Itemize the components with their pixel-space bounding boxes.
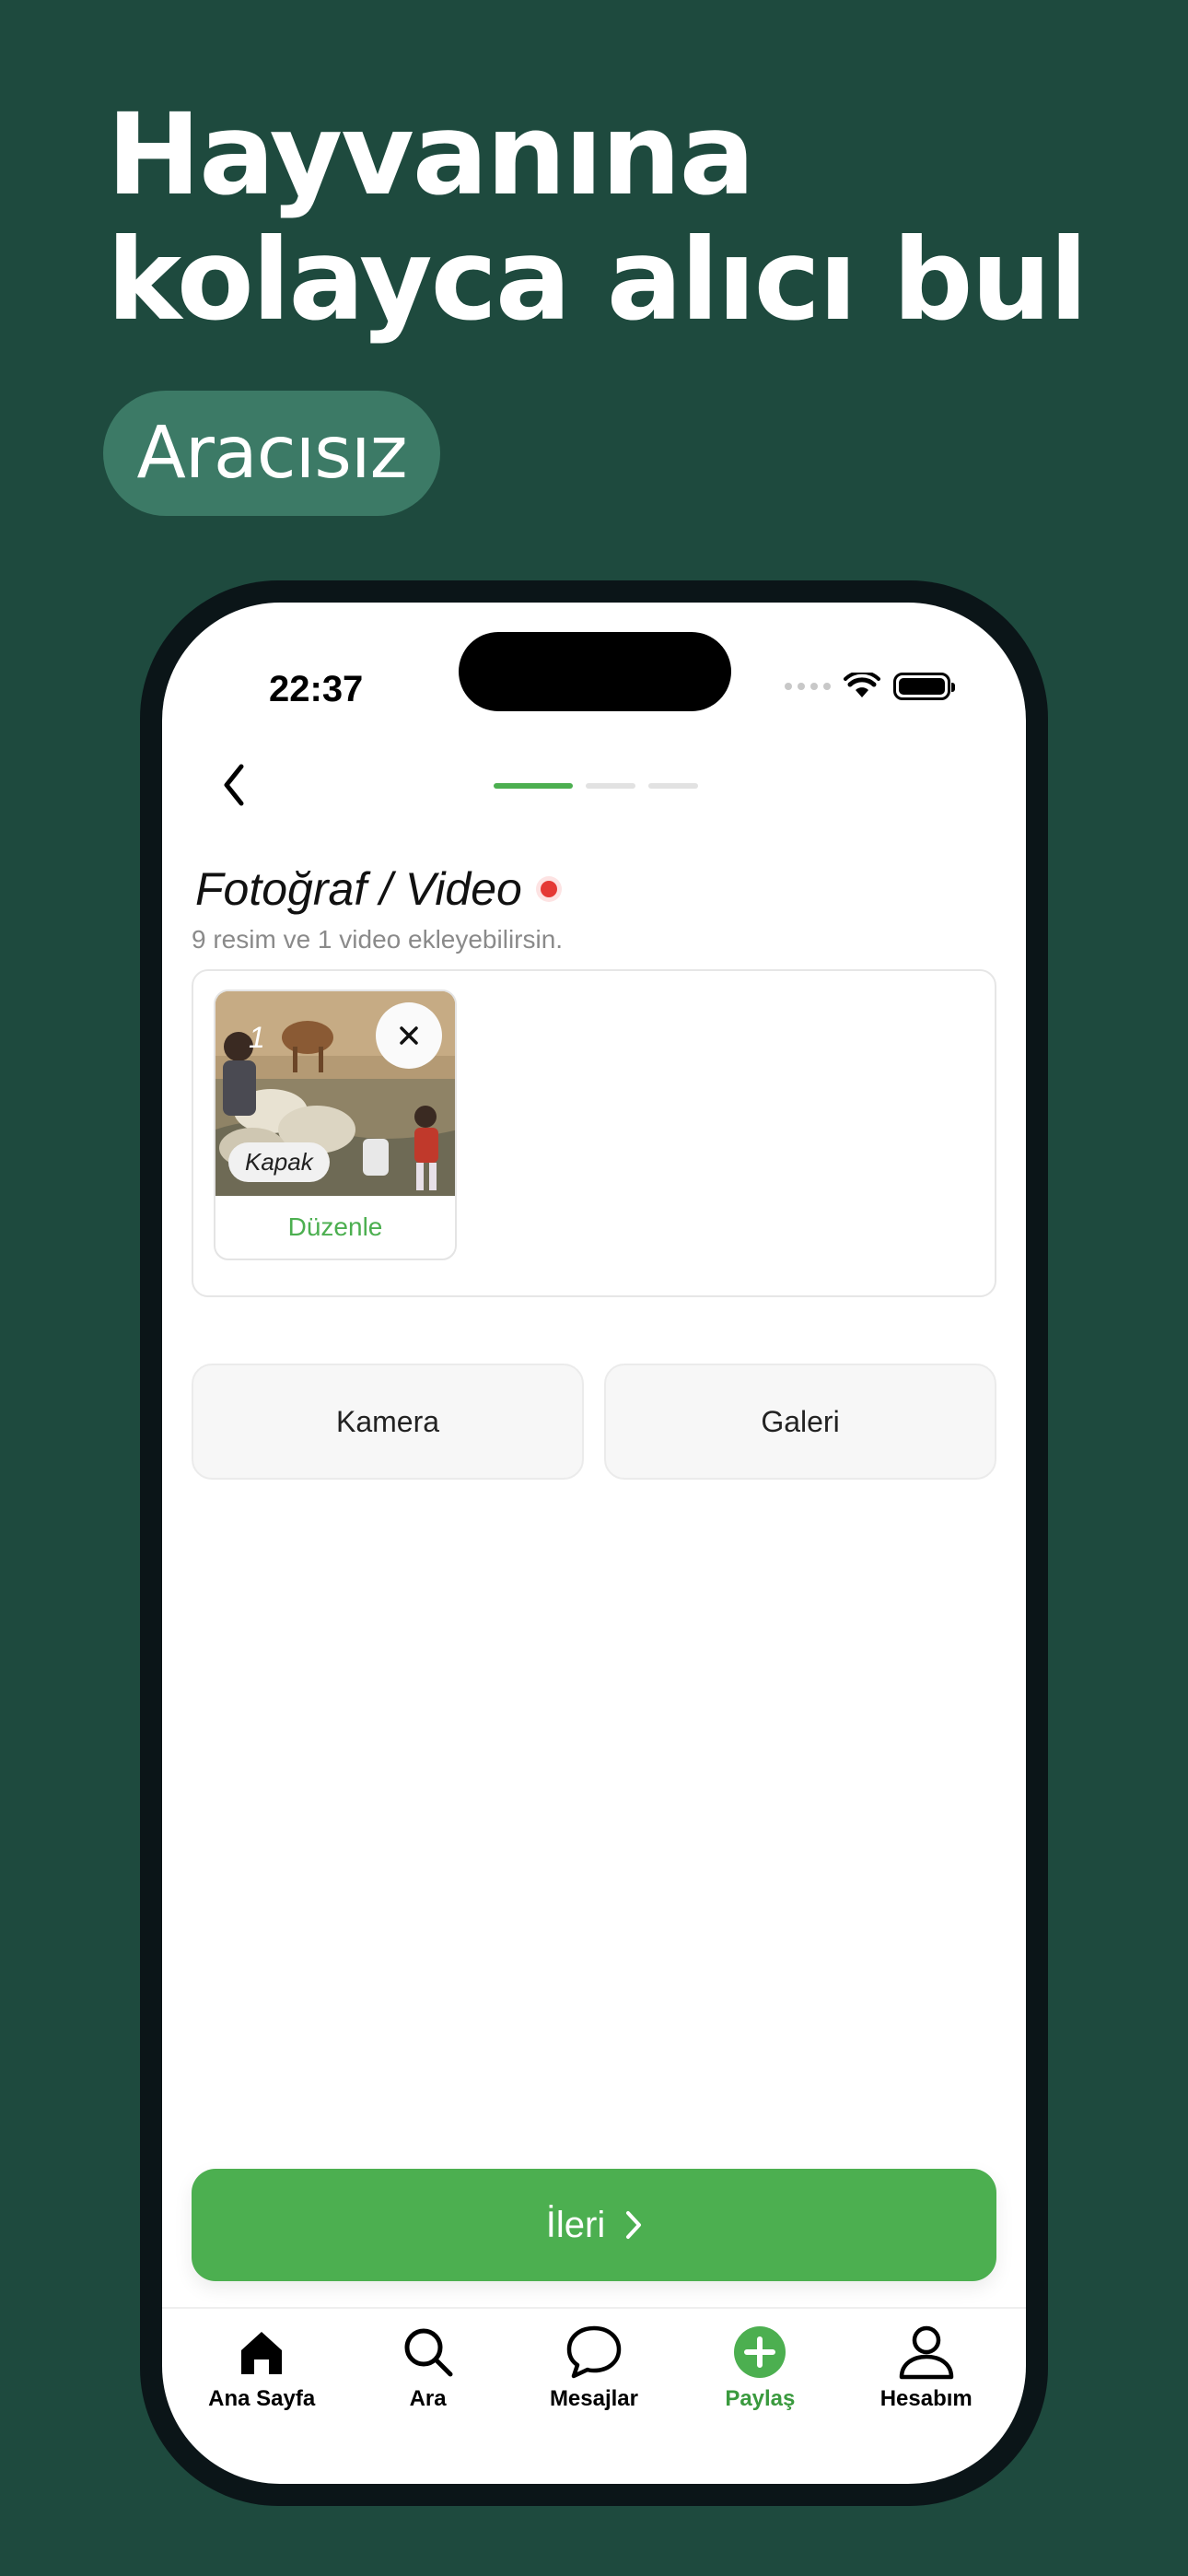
phone-frame: 22:37 Fotoğraf / Video 9 resim ve 1 vide… <box>140 580 1048 2506</box>
status-icons <box>785 673 955 700</box>
required-indicator <box>540 881 557 897</box>
section-title-text: Fotoğraf / Video <box>195 863 522 915</box>
step-indicator-1 <box>494 783 573 789</box>
chat-bubble-icon <box>566 2325 622 2379</box>
tab-home[interactable]: Ana Sayfa <box>183 2309 340 2484</box>
phone-screen: 22:37 Fotoğraf / Video 9 resim ve 1 vide… <box>162 603 1026 2484</box>
media-index: 1 <box>249 1021 265 1054</box>
tab-search[interactable]: Ara <box>350 2309 507 2484</box>
person-icon <box>899 2325 953 2380</box>
plus-circle-icon <box>734 2326 786 2378</box>
tab-label: Hesabım <box>879 2386 973 2411</box>
camera-button[interactable]: Kamera <box>192 1364 584 1480</box>
search-icon <box>404 2328 453 2377</box>
close-icon <box>400 1026 418 1045</box>
tab-label: Ana Sayfa <box>208 2386 316 2411</box>
tab-label: Paylaş <box>725 2386 796 2411</box>
remove-media-button[interactable] <box>376 1002 442 1069</box>
edit-media-link[interactable]: Düzenle <box>215 1212 455 1242</box>
promo-headline: Hayvanına kolayca alıcı bul <box>107 89 1088 345</box>
status-time: 22:37 <box>269 669 364 709</box>
tab-messages[interactable]: Mesajlar <box>516 2309 672 2484</box>
media-grid: 1 Kapak Düzenle <box>192 969 996 1297</box>
tab-bar: Ana Sayfa Ara Mesajlar Paylaş Hesabım <box>162 2307 1026 2484</box>
battery-icon <box>893 673 955 700</box>
step-indicator-2 <box>586 783 635 789</box>
next-button-label: İleri <box>545 2204 606 2245</box>
media-item[interactable]: 1 Kapak Düzenle <box>214 989 457 1260</box>
cover-badge: Kapak <box>228 1142 330 1182</box>
chevron-left-icon <box>224 764 244 806</box>
back-button[interactable] <box>206 757 262 813</box>
dynamic-island <box>459 632 731 711</box>
step-progress <box>494 783 698 789</box>
section-subtitle: 9 resim ve 1 video ekleyebilirsin. <box>192 925 564 954</box>
promo-tag: Aracısız <box>103 391 440 516</box>
tab-label: Ara <box>409 2386 447 2411</box>
promo-headline-line2: kolayca alıcı bul <box>107 215 1088 345</box>
promo-headline-line1: Hayvanına <box>107 89 755 220</box>
next-button[interactable]: İleri <box>192 2169 996 2281</box>
media-thumbnail: 1 Kapak <box>215 991 455 1196</box>
gallery-button[interactable]: Galeri <box>604 1364 996 1480</box>
tab-share[interactable]: Paylaş <box>681 2309 838 2484</box>
chevron-right-icon <box>626 2211 642 2239</box>
step-indicator-3 <box>648 783 698 789</box>
tab-label: Mesajlar <box>549 2386 638 2411</box>
wifi-icon <box>844 673 880 697</box>
section-title: Fotoğraf / Video <box>195 862 557 916</box>
tab-account[interactable]: Hesabım <box>848 2309 1005 2484</box>
home-icon <box>241 2332 283 2374</box>
signal-icon <box>785 683 831 690</box>
